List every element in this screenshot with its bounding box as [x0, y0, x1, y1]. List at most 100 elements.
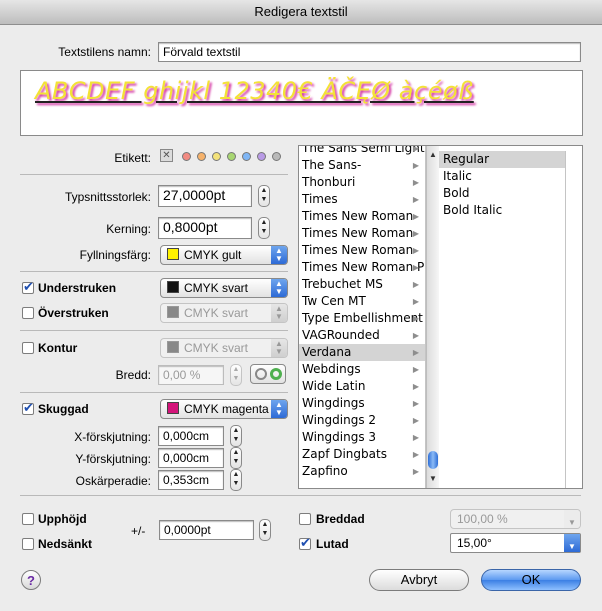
underline-checkbox[interactable]	[22, 280, 34, 295]
kerning-stepper[interactable]: ▲ ▼	[258, 217, 270, 239]
baseline-offset-stepper[interactable]: ▲ ▼	[259, 519, 271, 541]
scroll-up-arrow-icon[interactable]: ▲	[429, 150, 437, 159]
font-family-item[interactable]: Wide Latin ▶	[299, 378, 425, 395]
cancel-button[interactable]: Avbryt	[369, 569, 469, 591]
tag-color-dot[interactable]	[242, 152, 251, 161]
font-style-item[interactable]: Bold Italic	[439, 202, 565, 219]
strikethrough-color-popup[interactable]: CMYK svart ▲ ▼	[160, 303, 288, 323]
shadow-x-stepper[interactable]: ▲ ▼	[230, 425, 242, 447]
font-family-item[interactable]: Thonburi ▶	[299, 174, 425, 191]
popup-arrows-icon: ▲ ▼	[271, 339, 287, 357]
chevron-down-icon: ▼	[564, 534, 580, 552]
shadow-x-input[interactable]: 0,000cm	[158, 426, 224, 446]
font-family-item[interactable]: Type Embellishment ▶	[299, 310, 425, 327]
font-style-item[interactable]: Bold	[439, 185, 565, 202]
shadow-y-stepper[interactable]: ▲ ▼	[230, 447, 242, 469]
font-list-scrollbar[interactable]: ▼ ▲	[426, 146, 439, 488]
baseline-offset-label: +/-	[131, 524, 146, 538]
shadow-blur-stepper[interactable]: ▲ ▼	[230, 469, 242, 491]
outline-inside-icon[interactable]	[255, 368, 267, 380]
shadow-checkbox[interactable]	[22, 401, 34, 416]
baseline-offset-input[interactable]: 0,0000pt	[159, 520, 254, 540]
outline-position-buttons[interactable]	[250, 364, 286, 384]
font-family-item[interactable]: Wingdings 3 ▶	[299, 429, 425, 446]
strikethrough-color-swatch	[167, 306, 179, 318]
scroll-down-arrow-icon[interactable]: ▼	[429, 474, 437, 483]
outline-width-stepper[interactable]: ▲ ▼	[230, 364, 242, 386]
font-size-label: Typsnittsstorlek:	[64, 190, 151, 204]
font-family-name: Times New Roman	[302, 243, 414, 257]
popup-arrows-icon: ▲ ▼	[271, 279, 287, 297]
shadow-color-popup[interactable]: CMYK magenta ▲ ▼	[160, 399, 288, 419]
submenu-arrow-icon: ▶	[412, 331, 419, 340]
superscript-label: Upphöjd	[38, 512, 87, 526]
separator	[20, 174, 288, 175]
strikethrough-checkbox[interactable]	[22, 307, 34, 319]
font-family-item[interactable]: Verdana ▶	[299, 344, 425, 361]
font-family-item[interactable]: Zapfino ▶	[299, 463, 425, 480]
tag-color-dot[interactable]	[272, 152, 281, 161]
font-family-item[interactable]: Times New Roman ▶	[299, 208, 425, 225]
outline-color-popup[interactable]: CMYK svart ▲ ▼	[160, 338, 288, 358]
font-family-list[interactable]: The Sans Semi Light ▶ The Sans- ▶ Thonburi ▶ T…	[299, 146, 426, 488]
font-family-name: Wingdings 2	[302, 413, 377, 427]
font-family-name: Type Embellishment	[302, 311, 423, 325]
font-family-item[interactable]: The Sans Semi Light ▶	[299, 146, 425, 157]
font-family-item[interactable]: Wingdings 2 ▶	[299, 412, 425, 429]
font-family-item[interactable]: Times ▶	[299, 191, 425, 208]
width-popup[interactable]: 100,00 % ▼	[450, 509, 581, 529]
italic-label: Lutad	[316, 537, 349, 551]
submenu-arrow-icon: ▶	[412, 280, 419, 289]
superscript-checkbox[interactable]	[22, 513, 34, 525]
italic-angle-combo[interactable]: 15,00° ▼	[450, 533, 581, 553]
font-family-item[interactable]: Zapf Dingbats ▶	[299, 446, 425, 463]
font-style-item[interactable]: Italic	[439, 168, 565, 185]
italic-checkbox[interactable]	[299, 536, 311, 551]
font-family-name: Thonburi	[302, 175, 356, 189]
help-button[interactable]: ?	[21, 570, 41, 590]
font-style-item[interactable]: Regular	[439, 151, 565, 168]
font-style-list[interactable]: Regular Italic Bold Bold Italic	[439, 151, 566, 488]
submenu-arrow-icon: ▶	[412, 348, 419, 357]
submenu-arrow-icon: ▶	[412, 246, 419, 255]
font-family-item[interactable]: Tw Cen MT ▶	[299, 293, 425, 310]
font-family-name: Times New Roman	[302, 209, 414, 223]
fill-color-popup[interactable]: CMYK gult ▲ ▼	[160, 245, 288, 265]
style-name-input[interactable]: Förvald textstil	[158, 42, 581, 62]
tag-color-dot[interactable]	[257, 152, 266, 161]
font-family-item[interactable]: Trebuchet MS ▶	[299, 276, 425, 293]
shadow-blur-input[interactable]: 0,353cm	[158, 470, 224, 490]
font-family-name: Webdings	[302, 362, 361, 376]
font-family-item[interactable]: VAGRounded ▶	[299, 327, 425, 344]
outline-outside-icon[interactable]	[270, 368, 282, 380]
font-family-item[interactable]: Webdings ▶	[299, 361, 425, 378]
fill-color-swatch	[167, 248, 179, 260]
tag-color-dot[interactable]	[212, 152, 221, 161]
font-list-scroll-thumb[interactable]	[428, 451, 438, 469]
kerning-input[interactable]: 0,8000pt	[158, 217, 252, 239]
font-family-item[interactable]: Wingdings ▶	[299, 395, 425, 412]
font-family-item[interactable]: The Sans- ▶	[299, 157, 425, 174]
no-tag-button[interactable]: ✕	[160, 149, 173, 162]
outline-checkbox[interactable]	[22, 342, 34, 354]
ok-button[interactable]: OK	[481, 569, 581, 591]
width-checkbox[interactable]	[299, 513, 311, 525]
submenu-arrow-icon: ▶	[412, 195, 419, 204]
font-family-item[interactable]: Times New Roman ▶	[299, 225, 425, 242]
subscript-checkbox[interactable]	[22, 538, 34, 550]
separator	[20, 495, 581, 496]
font-size-input[interactable]: 27,0000pt	[158, 185, 252, 207]
font-size-stepper[interactable]: ▲ ▼	[258, 185, 270, 207]
font-family-item[interactable]: Times New Roman P ▶	[299, 259, 425, 276]
tag-color-dot[interactable]	[197, 152, 206, 161]
outline-width-input[interactable]: 0,00 %	[158, 365, 224, 385]
submenu-arrow-icon: ▶	[412, 229, 419, 238]
tag-color-dot[interactable]	[182, 152, 191, 161]
underline-color-value: CMYK svart	[184, 281, 249, 295]
underline-color-popup[interactable]: CMYK svart ▲ ▼	[160, 278, 288, 298]
shadow-y-input[interactable]: 0,000cm	[158, 448, 224, 468]
popup-arrows-icon: ▲ ▼	[271, 400, 287, 418]
tag-color-dot[interactable]	[227, 152, 236, 161]
font-family-item[interactable]: Times New Roman ▶	[299, 242, 425, 259]
kerning-label: Kerning:	[106, 222, 151, 236]
